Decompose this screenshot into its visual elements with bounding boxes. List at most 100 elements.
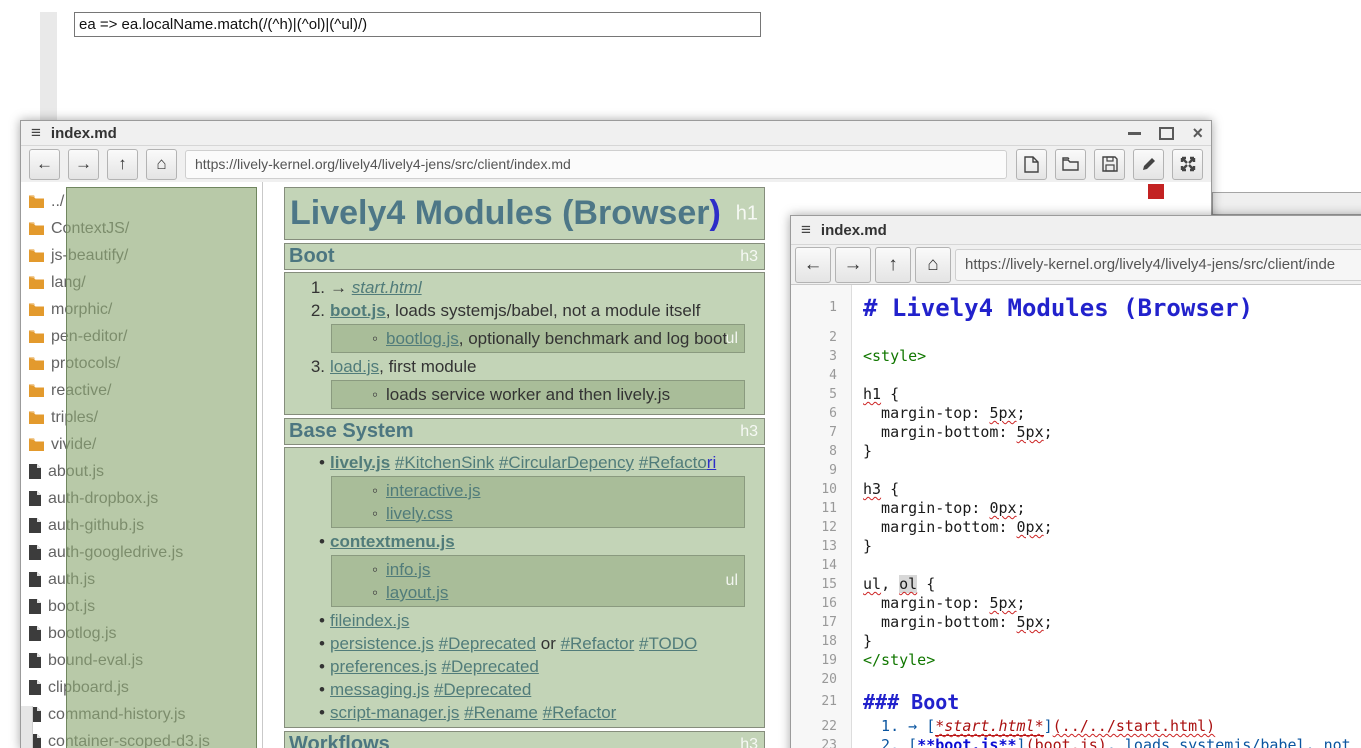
file-tree-file[interactable]: command-history.js bbox=[21, 701, 262, 728]
md-link[interactable]: #Refactor bbox=[543, 703, 617, 722]
md-link[interactable]: boot.js bbox=[330, 301, 386, 320]
code-line[interactable]: 23 2. [**boot.js**](boot.js), loads syst… bbox=[791, 736, 1361, 748]
file-tree-folder[interactable]: ../ bbox=[21, 188, 262, 215]
md-link[interactable]: #Deprecated bbox=[442, 657, 539, 676]
md-link[interactable]: #Refacto bbox=[639, 453, 707, 472]
code-line[interactable]: 11 margin-top: 0px; bbox=[791, 499, 1361, 518]
line-number: 18 bbox=[791, 632, 851, 651]
code-line[interactable]: 7 margin-bottom: 5px; bbox=[791, 423, 1361, 442]
code-line[interactable]: 22 1. → [*start.html*](../../start.html) bbox=[791, 717, 1361, 736]
code-line[interactable]: 18} bbox=[791, 632, 1361, 651]
file-tree-file[interactable]: auth-googledrive.js bbox=[21, 539, 262, 566]
edit-button[interactable] bbox=[1133, 149, 1164, 180]
menu-icon[interactable]: ≡ bbox=[21, 123, 51, 143]
save-button[interactable] bbox=[1094, 149, 1125, 180]
home-button[interactable]: ⌂ bbox=[146, 149, 177, 180]
md-link[interactable]: ri bbox=[707, 453, 716, 472]
file-tree-file[interactable]: bootlog.js bbox=[21, 620, 262, 647]
code-line[interactable]: 13} bbox=[791, 537, 1361, 556]
md-link[interactable]: layout.js bbox=[386, 583, 448, 602]
md-link[interactable]: start.html bbox=[352, 278, 422, 297]
url-input[interactable] bbox=[955, 249, 1361, 281]
file-tree-folder[interactable]: pen-editor/ bbox=[21, 323, 262, 350]
minimize-icon[interactable] bbox=[1128, 132, 1141, 135]
code-line[interactable]: 14 bbox=[791, 556, 1361, 575]
fullscreen-icon bbox=[1180, 156, 1196, 172]
code-line[interactable]: 17 margin-bottom: 5px; bbox=[791, 613, 1361, 632]
md-link[interactable]: #CircularDepency bbox=[499, 453, 634, 472]
file-tree-folder[interactable]: reactive/ bbox=[21, 377, 262, 404]
md-link[interactable]: lively.css bbox=[386, 504, 453, 523]
md-link[interactable]: #Deprecated bbox=[434, 680, 531, 699]
code-line[interactable]: 12 margin-bottom: 0px; bbox=[791, 518, 1361, 537]
maximize-icon[interactable] bbox=[1159, 127, 1174, 140]
md-link[interactable]: #TODO bbox=[639, 634, 697, 653]
md-link[interactable]: #Rename bbox=[464, 703, 538, 722]
md-link[interactable]: fileindex.js bbox=[330, 611, 409, 630]
file-tree-folder[interactable]: ContextJS/ bbox=[21, 215, 262, 242]
forward-button[interactable]: → bbox=[835, 247, 871, 283]
code-line[interactable]: 16 margin-top: 5px; bbox=[791, 594, 1361, 613]
md-link[interactable]: bootlog.js bbox=[386, 329, 459, 348]
code-line[interactable]: 2 bbox=[791, 328, 1361, 347]
code-line[interactable]: 21### Boot bbox=[791, 689, 1361, 717]
md-link[interactable]: load.js bbox=[330, 357, 379, 376]
code-token: ] bbox=[1044, 717, 1053, 735]
md-link[interactable]: #Deprecated bbox=[439, 634, 536, 653]
sidebar-scrollbar[interactable] bbox=[21, 706, 33, 748]
open-folder-button[interactable] bbox=[1055, 149, 1086, 180]
file-tree-file[interactable]: clipboard.js bbox=[21, 674, 262, 701]
md-link[interactable]: interactive.js bbox=[386, 481, 480, 500]
home-button[interactable]: ⌂ bbox=[915, 247, 951, 283]
code-line[interactable]: 4 bbox=[791, 366, 1361, 385]
forward-button[interactable]: → bbox=[68, 149, 99, 180]
line-number: 8 bbox=[791, 442, 851, 461]
url-input[interactable] bbox=[185, 150, 1007, 179]
file-tree-folder[interactable]: vivide/ bbox=[21, 431, 262, 458]
md-link[interactable]: persistence.js bbox=[330, 634, 434, 653]
md-link[interactable]: lively.js bbox=[330, 453, 390, 472]
up-button[interactable]: ↑ bbox=[107, 149, 138, 180]
up-button[interactable]: ↑ bbox=[875, 247, 911, 283]
code-line[interactable]: 8} bbox=[791, 442, 1361, 461]
file-tree-file[interactable]: auth-dropbox.js bbox=[21, 485, 262, 512]
file-tree-folder[interactable]: morphic/ bbox=[21, 296, 262, 323]
close-icon[interactable]: × bbox=[1192, 126, 1203, 140]
file-tree-folder[interactable]: triples/ bbox=[21, 404, 262, 431]
code-line[interactable]: 6 margin-top: 5px; bbox=[791, 404, 1361, 423]
code-line[interactable]: 15ul, ol { bbox=[791, 575, 1361, 594]
code-line[interactable]: 9 bbox=[791, 461, 1361, 480]
code-line[interactable]: 19</style> bbox=[791, 651, 1361, 670]
fullscreen-button[interactable] bbox=[1172, 149, 1203, 180]
file-tree-folder[interactable]: protocols/ bbox=[21, 350, 262, 377]
file-tree-file[interactable]: about.js bbox=[21, 458, 262, 485]
new-file-button[interactable] bbox=[1016, 149, 1047, 180]
file-tree-file[interactable]: auth.js bbox=[21, 566, 262, 593]
md-link[interactable]: messaging.js bbox=[330, 680, 429, 699]
window1-titlebar[interactable]: ≡ index.md × bbox=[21, 121, 1211, 146]
md-link[interactable]: contextmenu.js bbox=[330, 532, 455, 551]
file-tree-file[interactable]: container-scoped-d3.js bbox=[21, 728, 262, 748]
file-tree-file[interactable]: auth-github.js bbox=[21, 512, 262, 539]
code-line[interactable]: 5h1 { bbox=[791, 385, 1361, 404]
back-button[interactable]: ← bbox=[29, 149, 60, 180]
code-line[interactable]: 1# Lively4 Modules (Browser) bbox=[791, 291, 1361, 328]
element-filter-input[interactable] bbox=[74, 12, 761, 37]
menu-icon[interactable]: ≡ bbox=[791, 220, 821, 240]
md-link[interactable]: #KitchenSink bbox=[395, 453, 494, 472]
code-line[interactable]: 3<style> bbox=[791, 347, 1361, 366]
md-link[interactable]: script-manager.js bbox=[330, 703, 459, 722]
back-button[interactable]: ← bbox=[795, 247, 831, 283]
code-line[interactable]: 20 bbox=[791, 670, 1361, 689]
file-tree-file[interactable]: bound-eval.js bbox=[21, 647, 262, 674]
md-link[interactable]: #Refactor bbox=[561, 634, 635, 653]
code-editor[interactable]: 1# Lively4 Modules (Browser)23<style>45h… bbox=[791, 285, 1361, 748]
code-token: h1 bbox=[863, 385, 881, 403]
md-link[interactable]: preferences.js bbox=[330, 657, 437, 676]
file-tree-file[interactable]: boot.js bbox=[21, 593, 262, 620]
code-line[interactable]: 10h3 { bbox=[791, 480, 1361, 499]
window2-titlebar[interactable]: ≡ index.md bbox=[791, 216, 1361, 245]
file-tree-folder[interactable]: js-beautify/ bbox=[21, 242, 262, 269]
md-link[interactable]: info.js bbox=[386, 560, 430, 579]
file-tree-folder[interactable]: lang/ bbox=[21, 269, 262, 296]
